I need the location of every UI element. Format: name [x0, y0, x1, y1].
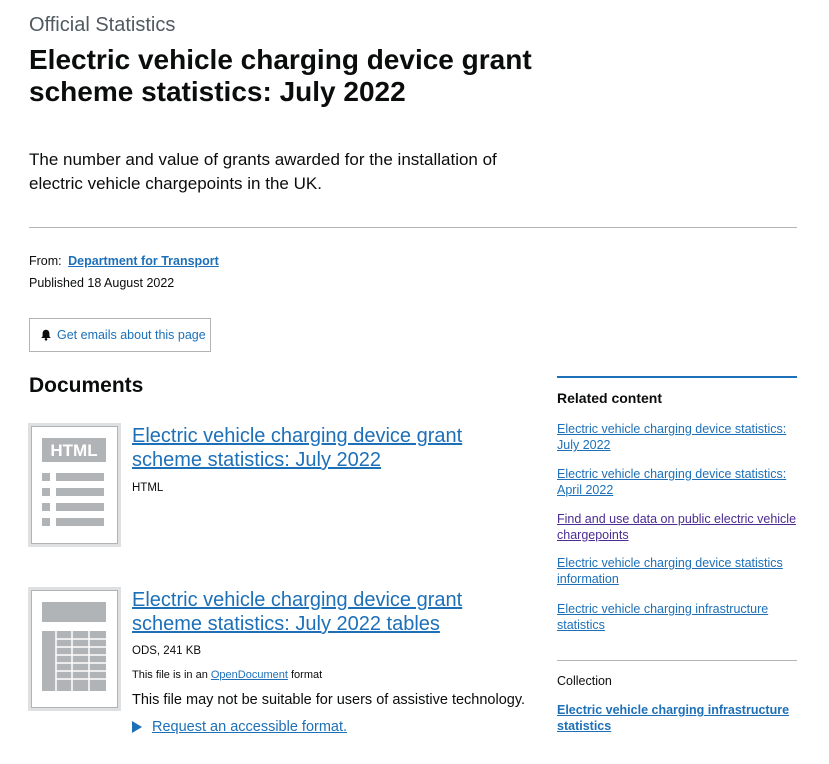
- published-date: Published 18 August 2022: [29, 276, 175, 290]
- file-format-note: This file is in an OpenDocument format: [132, 669, 322, 681]
- related-link[interactable]: Find and use data on public electric veh…: [557, 511, 797, 543]
- meta-from: From: Department for Transport: [29, 254, 219, 268]
- file-format-note-prefix: This file is in an: [132, 669, 208, 681]
- opendocument-link[interactable]: OpenDocument: [211, 669, 288, 681]
- related-link[interactable]: Electric vehicle charging device statist…: [557, 466, 797, 498]
- divider: [29, 227, 797, 228]
- from-label: From:: [29, 254, 62, 268]
- document-format: ODS, 241 KB: [132, 645, 202, 657]
- related-content-rule: [557, 376, 797, 378]
- page-title: Electric vehicle charging device grant s…: [29, 44, 532, 107]
- related-link[interactable]: Electric vehicle charging device statist…: [557, 421, 797, 453]
- spreadsheet-document-thumbnail[interactable]: [31, 590, 118, 708]
- get-emails-label: Get emails about this page: [57, 328, 206, 342]
- file-format-note-suffix: format: [290, 669, 323, 681]
- page-summary: The number and value of grants awarded f…: [29, 150, 497, 193]
- thumb-html-label: HTML: [50, 441, 97, 460]
- related-link[interactable]: Electric vehicle charging device statist…: [557, 555, 797, 587]
- get-emails-button[interactable]: Get emails about this page: [29, 318, 211, 352]
- related-content-heading: Related content: [557, 390, 663, 406]
- document-title-link[interactable]: Electric vehicle charging device grant s…: [132, 588, 522, 636]
- collection-link[interactable]: Electric vehicle charging infrastructure…: [557, 702, 797, 734]
- request-accessible-format[interactable]: Request an accessible format.: [132, 719, 347, 735]
- spreadsheet-document-icon: [42, 602, 106, 691]
- documents-heading: Documents: [29, 374, 144, 397]
- collection-rule: [557, 660, 797, 661]
- document-format: HTML: [132, 482, 164, 494]
- triangle-right-icon: [132, 721, 142, 733]
- collection-label: Collection: [557, 674, 612, 688]
- bell-icon: [41, 329, 51, 341]
- kicker: Official Statistics: [29, 14, 176, 36]
- organisation-link[interactable]: Department for Transport: [68, 254, 219, 268]
- document-title-link[interactable]: Electric vehicle charging device grant s…: [132, 424, 522, 472]
- html-document-thumbnail[interactable]: HTML: [31, 426, 118, 544]
- html-document-icon: HTML: [42, 438, 106, 526]
- related-link[interactable]: Electric vehicle charging infrastructure…: [557, 601, 797, 633]
- request-accessible-format-link[interactable]: Request an accessible format.: [152, 719, 347, 735]
- accessibility-warning: This file may not be suitable for users …: [132, 692, 526, 708]
